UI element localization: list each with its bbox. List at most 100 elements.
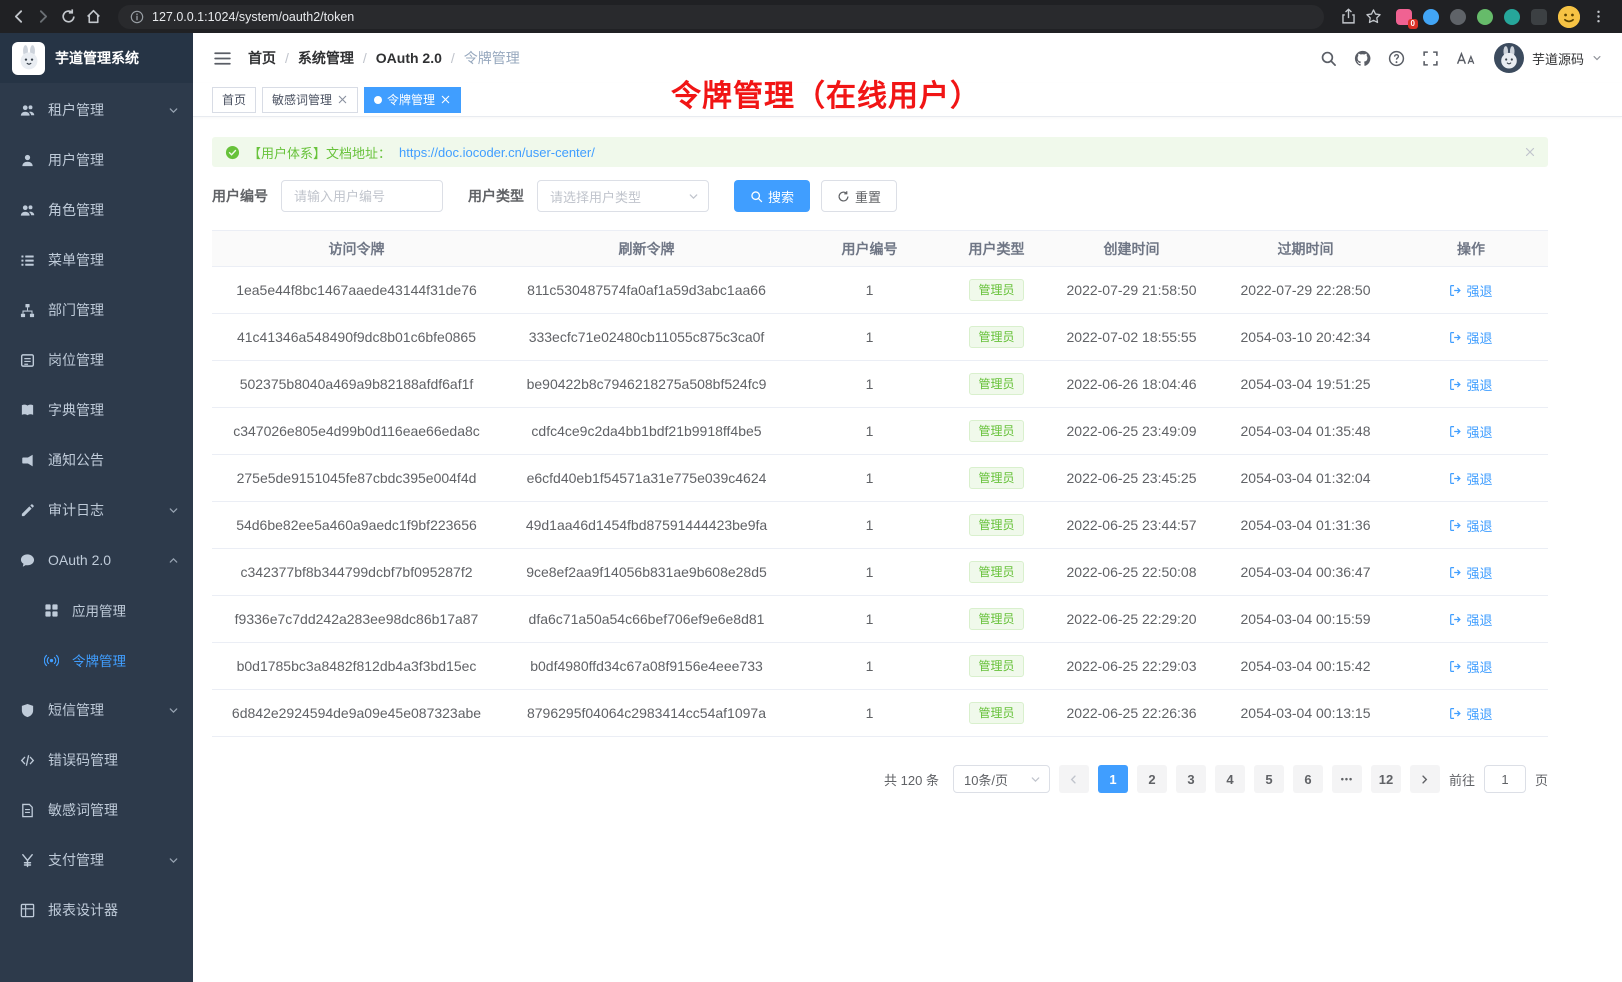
action-cell: 强退	[1394, 314, 1548, 361]
sidebar-item-post[interactable]: 岗位管理	[0, 335, 193, 385]
user-type-tag: 管理员	[969, 608, 1023, 630]
sidebar-item-notice[interactable]: 通知公告	[0, 435, 193, 485]
browser-menu-icon[interactable]	[1591, 9, 1606, 24]
extension-icon[interactable]	[1423, 9, 1439, 25]
font-size-icon[interactable]	[1456, 50, 1477, 67]
search-button[interactable]: 搜索	[734, 180, 810, 212]
breadcrumb-oauth2[interactable]: OAuth 2.0	[376, 50, 442, 66]
sidebar-item-dict[interactable]: 字典管理	[0, 385, 193, 435]
hamburger-icon[interactable]	[213, 49, 232, 68]
browser-reload-icon[interactable]	[60, 8, 77, 25]
force-logout-button[interactable]: 强退	[1449, 422, 1492, 441]
user-avatar	[1494, 43, 1524, 73]
goto-page-input[interactable]	[1484, 765, 1526, 793]
extension-icon[interactable]	[1504, 9, 1520, 25]
user-type-select[interactable]: 请选择用户类型	[537, 180, 709, 212]
extension-icon[interactable]	[1450, 9, 1466, 25]
app-title: 芋道管理系统	[55, 48, 139, 68]
user-id-input[interactable]	[281, 180, 443, 212]
force-logout-label: 强退	[1466, 281, 1492, 300]
url-text[interactable]: 127.0.0.1:1024/system/oauth2/token	[152, 10, 354, 24]
sidebar-item-oauth2-token[interactable]: 令牌管理	[0, 635, 193, 685]
tab-label: 首页	[222, 91, 246, 108]
sidebar-item-sms[interactable]: 短信管理	[0, 685, 193, 735]
site-info-icon[interactable]	[130, 10, 144, 24]
create-time-cell: 2022-06-25 22:29:03	[1046, 643, 1217, 690]
action-cell: 强退	[1394, 690, 1548, 737]
force-logout-icon	[1449, 331, 1462, 344]
sidebar-item-audit-log[interactable]: 审计日志	[0, 485, 193, 535]
tab-home[interactable]: 首页	[212, 87, 256, 113]
sidebar-item-errorcode[interactable]: 错误码管理	[0, 735, 193, 785]
sidebar-item-dept[interactable]: 部门管理	[0, 285, 193, 335]
force-logout-button[interactable]: 强退	[1449, 610, 1492, 629]
sidebar-item-oauth2[interactable]: OAuth 2.0	[0, 535, 193, 585]
github-icon[interactable]	[1354, 50, 1371, 67]
close-icon[interactable]	[1524, 146, 1536, 158]
sidebar-item-pay[interactable]: 支付管理	[0, 835, 193, 885]
pagination-total: 共 120 条	[884, 770, 939, 789]
sidebar-item-user[interactable]: 用户管理	[0, 135, 193, 185]
page-button-5[interactable]: 5	[1254, 765, 1284, 793]
user-id-cell: 1	[792, 267, 947, 314]
page-button-3[interactable]: 3	[1176, 765, 1206, 793]
user-menu[interactable]: 芋道源码	[1494, 43, 1602, 73]
sidebar-item-oauth2-app[interactable]: 应用管理	[0, 585, 193, 635]
force-logout-button[interactable]: 强退	[1449, 281, 1492, 300]
sidebar-item-label: 角色管理	[48, 200, 104, 220]
tab-sensitive-word[interactable]: 敏感词管理	[262, 87, 358, 113]
force-logout-button[interactable]: 强退	[1449, 563, 1492, 582]
browser-profile-avatar[interactable]	[1558, 6, 1580, 28]
page-size-select[interactable]: 10条/页	[953, 765, 1050, 793]
chevron-left-icon	[1068, 774, 1079, 785]
breadcrumb-home[interactable]: 首页	[248, 48, 276, 68]
extension-icon[interactable]	[1477, 9, 1493, 25]
create-time-cell: 2022-06-25 23:44:57	[1046, 502, 1217, 549]
force-logout-button[interactable]: 强退	[1449, 375, 1492, 394]
bookmark-star-icon[interactable]	[1365, 8, 1382, 25]
fullscreen-icon[interactable]	[1422, 50, 1439, 67]
force-logout-button[interactable]: 强退	[1449, 328, 1492, 347]
sidebar-item-label: 短信管理	[48, 700, 104, 720]
page-button-1[interactable]: 1	[1098, 765, 1128, 793]
pagination-more-button[interactable]: •••	[1332, 765, 1362, 793]
browser-home-icon[interactable]	[85, 8, 102, 25]
next-page-button[interactable]	[1410, 765, 1440, 793]
page-button-6[interactable]: 6	[1293, 765, 1323, 793]
extension-icon[interactable]	[1531, 9, 1547, 25]
page-button-4[interactable]: 4	[1215, 765, 1245, 793]
address-bar[interactable]: 127.0.0.1:1024/system/oauth2/token	[118, 5, 1324, 29]
sidebar-item-label: OAuth 2.0	[48, 552, 111, 568]
user-type-tag: 管理员	[969, 467, 1023, 489]
breadcrumb-system[interactable]: 系统管理	[298, 48, 354, 68]
search-button-label: 搜索	[768, 187, 794, 206]
force-logout-button[interactable]: 强退	[1449, 704, 1492, 723]
close-icon[interactable]	[337, 94, 348, 105]
help-icon[interactable]	[1388, 50, 1405, 67]
browser-forward-icon[interactable]	[35, 8, 52, 25]
doc-link[interactable]: https://doc.iocoder.cn/user-center/	[399, 145, 595, 160]
page-button-12[interactable]: 12	[1371, 765, 1401, 793]
sidebar-item-tenant[interactable]: 租户管理	[0, 85, 193, 135]
extension-icon[interactable]: 0	[1396, 9, 1412, 25]
force-logout-icon	[1449, 472, 1462, 485]
reset-button[interactable]: 重置	[821, 180, 897, 212]
extension-badge: 0	[1408, 19, 1418, 29]
force-logout-button[interactable]: 强退	[1449, 657, 1492, 676]
share-icon[interactable]	[1340, 8, 1357, 25]
tab-token[interactable]: 令牌管理	[364, 87, 461, 113]
close-icon[interactable]	[440, 94, 451, 105]
sidebar-item-role[interactable]: 角色管理	[0, 185, 193, 235]
sidebar-item-menu[interactable]: 菜单管理	[0, 235, 193, 285]
sidebar-item-report-designer[interactable]: 报表设计器	[0, 885, 193, 935]
prev-page-button[interactable]	[1059, 765, 1089, 793]
sidebar-item-label: 令牌管理	[72, 650, 126, 670]
chevron-down-icon	[688, 191, 699, 202]
search-icon[interactable]	[1320, 50, 1337, 67]
browser-back-icon[interactable]	[10, 8, 27, 25]
force-logout-button[interactable]: 强退	[1449, 469, 1492, 488]
sidebar-item-sensitive-word[interactable]: 敏感词管理	[0, 785, 193, 835]
page-button-2[interactable]: 2	[1137, 765, 1167, 793]
app-logo[interactable]: 芋道管理系统	[0, 33, 193, 83]
force-logout-button[interactable]: 强退	[1449, 516, 1492, 535]
